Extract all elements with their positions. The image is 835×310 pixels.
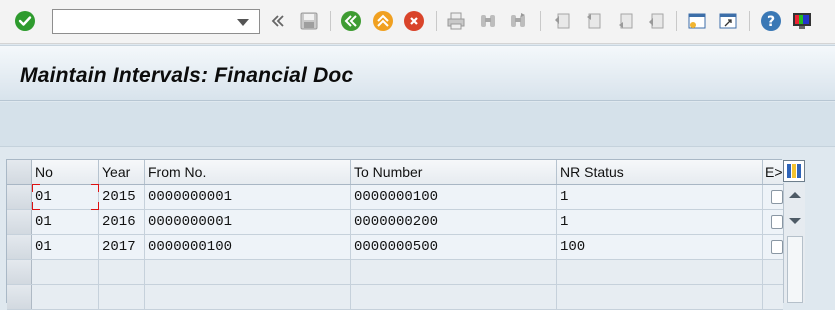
exit-icon[interactable] <box>372 10 394 32</box>
cell-to[interactable]: 0000000200 <box>351 210 557 234</box>
row-selector[interactable] <box>7 285 32 309</box>
column-header-external[interactable]: E> <box>763 160 783 184</box>
cell-year: 2015 <box>99 185 145 209</box>
row-selector[interactable] <box>7 260 32 284</box>
first-page-icon[interactable] <box>551 10 573 32</box>
next-page-icon[interactable] <box>614 10 636 32</box>
external-checkbox[interactable] <box>771 240 783 254</box>
cell-status[interactable]: 1 <box>557 210 763 234</box>
column-header-year[interactable]: Year <box>99 160 145 184</box>
find-icon[interactable] <box>477 10 499 32</box>
column-header-to[interactable]: To Number <box>351 160 557 184</box>
interval-table-area: No Year From No. To Number NR Status E> … <box>0 147 835 310</box>
row-selector[interactable] <box>7 235 32 259</box>
command-field[interactable] <box>52 9 260 34</box>
back-double-icon[interactable] <box>267 10 289 32</box>
cell-status[interactable]: 100 <box>557 235 763 259</box>
scroll-thumb[interactable] <box>787 236 803 303</box>
cell-no[interactable]: 01 <box>32 185 99 209</box>
command-input[interactable] <box>53 10 233 33</box>
cell-no[interactable]: 01 <box>32 235 99 259</box>
print-icon[interactable] <box>445 10 467 32</box>
application-toolbar <box>0 102 835 147</box>
table-row[interactable]: 01 2016 0000000001 0000000200 1 <box>7 210 783 235</box>
focus-corner <box>32 184 40 192</box>
chevron-down-icon[interactable] <box>237 19 249 26</box>
cell-year: 2017 <box>99 235 145 259</box>
find-next-icon[interactable] <box>507 10 529 32</box>
page-title: Maintain Intervals: Financial Doc <box>20 64 354 87</box>
back-icon[interactable] <box>340 10 362 32</box>
help-icon[interactable]: ? <box>760 10 782 32</box>
title-bar: Maintain Intervals: Financial Doc <box>0 45 835 101</box>
table-row[interactable]: 01 2015 0000000001 0000000100 1 <box>7 184 783 210</box>
scroll-up-icon[interactable] <box>789 192 801 198</box>
scroll-down-icon[interactable] <box>789 218 801 224</box>
table-row[interactable]: 01 2017 0000000100 0000000500 100 <box>7 235 783 260</box>
column-header-no[interactable]: No <box>32 160 99 184</box>
cell-from[interactable]: 0000000001 <box>145 185 351 209</box>
row-selector[interactable] <box>7 185 32 209</box>
empty-row[interactable] <box>7 260 783 285</box>
table-header: No Year From No. To Number NR Status E> <box>7 160 783 185</box>
customize-layout-icon[interactable] <box>791 10 813 32</box>
last-page-icon[interactable] <box>645 10 667 32</box>
external-checkbox[interactable] <box>771 215 783 229</box>
system-toolbar: ? <box>0 0 835 44</box>
column-header-status[interactable]: NR Status <box>557 160 763 184</box>
interval-table: No Year From No. To Number NR Status E> … <box>6 159 783 310</box>
cell-from[interactable]: 0000000100 <box>145 235 351 259</box>
row-selector[interactable] <box>7 210 32 234</box>
svg-text:?: ? <box>767 14 775 30</box>
focus-corner <box>32 202 40 210</box>
previous-page-icon[interactable] <box>582 10 604 32</box>
cell-to[interactable]: 0000000100 <box>351 185 557 209</box>
cell-from[interactable]: 0000000001 <box>145 210 351 234</box>
cancel-icon[interactable] <box>403 10 425 32</box>
save-icon[interactable] <box>298 10 320 32</box>
select-all-cell[interactable] <box>7 160 32 184</box>
cell-status[interactable]: 1 <box>557 185 763 209</box>
create-session-icon[interactable] <box>686 10 708 32</box>
vertical-scrollbar[interactable] <box>783 183 805 303</box>
external-checkbox[interactable] <box>771 190 783 204</box>
generate-shortcut-icon[interactable] <box>717 10 739 32</box>
focus-corner <box>91 202 99 210</box>
empty-row[interactable] <box>7 285 783 310</box>
focus-corner <box>91 184 99 192</box>
cell-no[interactable]: 01 <box>32 210 99 234</box>
column-header-from[interactable]: From No. <box>145 160 351 184</box>
table-settings-icon[interactable] <box>783 160 805 182</box>
cell-year: 2016 <box>99 210 145 234</box>
cell-to[interactable]: 0000000500 <box>351 235 557 259</box>
enter-icon[interactable] <box>14 10 36 32</box>
